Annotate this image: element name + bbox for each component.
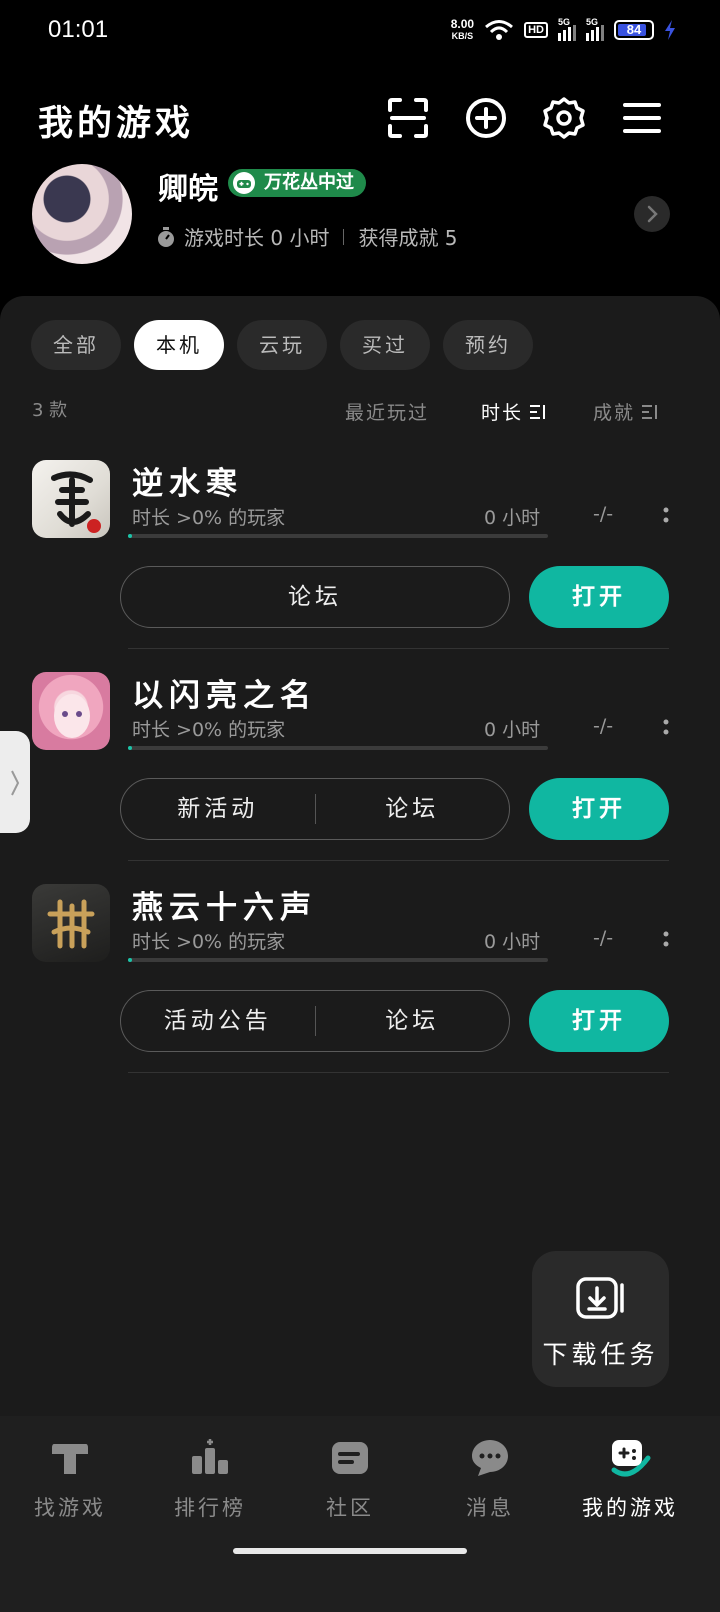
game-title[interactable]: 燕云十六声	[132, 882, 317, 927]
sort-achievement[interactable]: 成就	[593, 398, 659, 425]
game-rank: 时长 >0% 的玩家	[132, 507, 286, 529]
chevron-right-icon	[11, 770, 20, 796]
nav-leaderboard[interactable]: 排行榜	[140, 1436, 280, 1522]
playtime-progress	[128, 746, 548, 750]
game-actions: 活动公告 论坛	[120, 990, 510, 1052]
title-badge[interactable]: 万花丛中过	[228, 169, 366, 197]
filter-tabs: 全部 本机 云玩 买过 预约	[31, 320, 533, 370]
profile-stats: 游戏时长 0 小时 获得成就 5	[156, 222, 458, 251]
stopwatch-icon	[158, 226, 174, 247]
game-rank: 时长 >0% 的玩家	[132, 719, 286, 741]
nav-community[interactable]: 社区	[280, 1436, 420, 1522]
sort-icon	[530, 404, 546, 419]
announcement-button[interactable]: 活动公告	[121, 991, 315, 1051]
gamepad-icon	[233, 172, 255, 194]
forum-button[interactable]: 论坛	[121, 567, 509, 627]
community-icon	[332, 1442, 368, 1474]
divider	[343, 228, 345, 245]
scan-icon[interactable]	[386, 96, 430, 140]
open-button[interactable]: 打开	[529, 566, 669, 628]
username[interactable]: 卿皖	[158, 164, 218, 208]
settings-icon[interactable]	[542, 96, 586, 140]
signal-icon: 5G	[586, 17, 604, 41]
game-achievement: -/-	[593, 503, 614, 525]
download-icon	[576, 1277, 624, 1319]
game-hours: 0 小时	[484, 507, 541, 529]
sort-recent[interactable]: 最近玩过	[345, 398, 429, 425]
game-title[interactable]: 逆水寒	[132, 458, 243, 503]
game-icon[interactable]	[32, 460, 110, 538]
more-vertical-icon[interactable]	[662, 930, 670, 950]
status-time: 01:01	[48, 16, 109, 43]
wifi-icon	[485, 20, 514, 40]
game-achievement: -/-	[593, 927, 614, 949]
tab-purchased[interactable]: 买过	[340, 320, 430, 370]
leaderboard-icon	[192, 1439, 228, 1474]
game-hours: 0 小时	[484, 719, 541, 741]
tab-local[interactable]: 本机	[134, 320, 224, 370]
bottom-nav: 找游戏 排行榜 社区 消息 我的游戏	[0, 1416, 720, 1612]
battery-icon: 84	[614, 20, 654, 40]
game-item: 燕云十六声 时长 >0% 的玩家 0 小时 -/- 活动公告 论坛 打开	[0, 868, 720, 1080]
game-achievement: -/-	[593, 715, 614, 737]
nav-find-game[interactable]: 找游戏	[0, 1436, 140, 1522]
playtime-progress	[128, 534, 548, 538]
nav-messages[interactable]: 消息	[420, 1436, 560, 1522]
charging-icon	[665, 20, 675, 40]
avatar[interactable]	[32, 164, 132, 264]
divider	[128, 648, 669, 649]
nav-my-games[interactable]: 我的游戏	[560, 1436, 700, 1522]
achievements-text: 获得成就 5	[358, 226, 458, 250]
my-games-icon	[611, 1440, 651, 1477]
add-icon[interactable]	[464, 96, 508, 140]
net-speed: 8.00 KB/S	[450, 17, 475, 41]
forum-button[interactable]: 论坛	[316, 779, 510, 839]
game-count: 3 款	[32, 400, 68, 421]
page-title: 我的游戏	[38, 103, 195, 144]
download-task-button[interactable]: 下载任务	[532, 1251, 669, 1387]
game-hours: 0 小时	[484, 931, 541, 953]
open-button[interactable]: 打开	[529, 990, 669, 1052]
game-rank: 时长 >0% 的玩家	[132, 931, 286, 953]
status-bar: 01:01 8.00 KB/S HD 5G 5G 84	[0, 0, 720, 64]
hd-icon: HD	[524, 22, 548, 38]
sort-duration[interactable]: 时长	[481, 398, 547, 425]
divider	[128, 860, 669, 861]
new-event-button[interactable]: 新活动	[121, 779, 315, 839]
side-drawer-handle[interactable]	[0, 731, 30, 833]
menu-icon[interactable]	[620, 96, 664, 140]
game-actions: 新活动 论坛	[120, 778, 510, 840]
more-vertical-icon[interactable]	[662, 718, 670, 738]
game-title[interactable]: 以闪亮之名	[132, 670, 317, 715]
game-actions: 论坛	[120, 566, 510, 628]
game-icon[interactable]	[32, 884, 110, 962]
game-item: 以闪亮之名 时长 >0% 的玩家 0 小时 -/- 新活动 论坛 打开	[0, 656, 720, 868]
message-icon	[472, 1440, 508, 1476]
signal-icon: 5G	[558, 17, 576, 41]
tab-all[interactable]: 全部	[31, 320, 121, 370]
tab-cloud[interactable]: 云玩	[237, 320, 327, 370]
more-vertical-icon[interactable]	[662, 506, 670, 526]
chevron-right-icon[interactable]	[634, 196, 670, 232]
forum-button[interactable]: 论坛	[316, 991, 510, 1051]
find-game-icon	[52, 1444, 88, 1474]
open-button[interactable]: 打开	[529, 778, 669, 840]
divider	[128, 1072, 669, 1073]
download-task-label: 下载任务	[542, 1340, 659, 1369]
games-panel: 全部 本机 云玩 买过 预约 3 款 最近玩过 时长 成就 逆水寒 时长 >0%…	[0, 296, 720, 1416]
tab-reserved[interactable]: 预约	[443, 320, 533, 370]
home-indicator[interactable]	[233, 1548, 467, 1554]
playtime-text: 游戏时长 0 小时	[184, 226, 330, 250]
playtime-progress	[128, 958, 548, 962]
game-item: 逆水寒 时长 >0% 的玩家 0 小时 -/- 论坛 打开	[0, 444, 720, 656]
status-icons: 8.00 KB/S HD 5G 5G 84	[450, 17, 676, 42]
game-icon[interactable]	[32, 672, 110, 750]
sort-icon	[642, 404, 658, 419]
